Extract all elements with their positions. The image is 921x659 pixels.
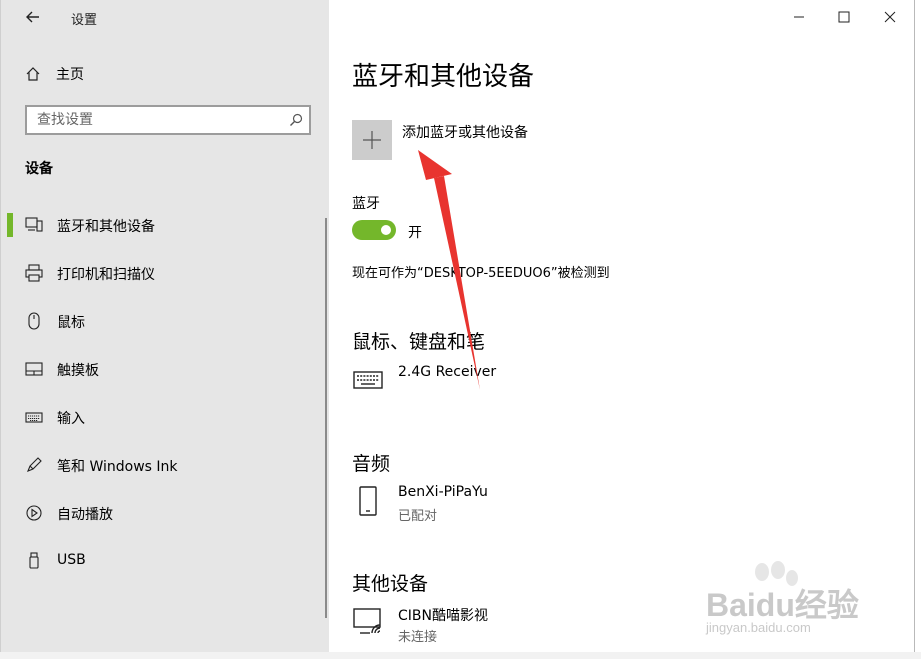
watermark-url: jingyan.baidu.com	[706, 620, 811, 635]
